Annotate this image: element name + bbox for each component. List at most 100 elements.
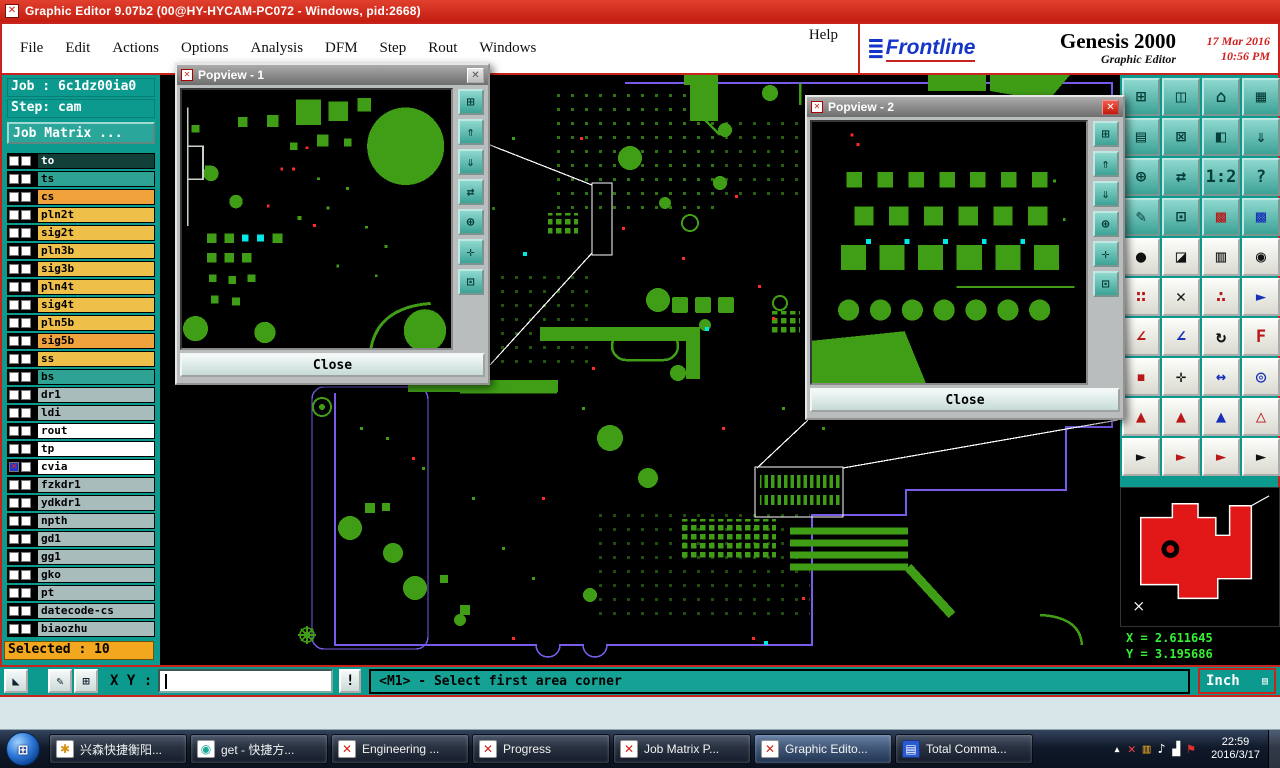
pv1-detach-button[interactable]: ⊞ (457, 89, 484, 115)
menu-actions[interactable]: Actions (102, 37, 169, 60)
pv1-move-button[interactable]: ⊡ (457, 269, 484, 295)
taskbar-item[interactable]: ✕ Graphic Edito... (754, 734, 892, 764)
split-view-button[interactable]: ◧ (1202, 118, 1240, 156)
layer-name[interactable]: to (37, 153, 155, 169)
layer-active-checkbox[interactable] (9, 372, 19, 382)
send-down-button[interactable]: ⇓ (1242, 118, 1280, 156)
dot-tool-button[interactable]: ● (1122, 238, 1160, 276)
crosshair-button[interactable]: ✛ (1162, 358, 1200, 396)
job-matrix-button[interactable]: Job Matrix ... (7, 122, 155, 144)
taskbar-item[interactable]: ◉ get - 快捷方... (190, 734, 328, 764)
layer-display-checkbox[interactable] (21, 588, 31, 598)
layer-display-checkbox[interactable] (21, 282, 31, 292)
taskbar-item[interactable]: ✕ Engineering ... (331, 734, 469, 764)
layer-active-checkbox[interactable] (9, 318, 19, 328)
close-icon[interactable]: ✕ (1102, 99, 1119, 115)
layer-display-checkbox[interactable] (21, 300, 31, 310)
layer-display-checkbox[interactable] (21, 444, 31, 454)
angle-blue-button[interactable]: ∠ (1162, 318, 1200, 356)
layer-display-checkbox[interactable] (21, 498, 31, 508)
taskbar-item[interactable]: ✱ 兴森快捷衡阳... (49, 734, 187, 764)
flip-f-button[interactable]: F (1242, 318, 1280, 356)
ruler-button[interactable]: ▥ (1202, 238, 1240, 276)
annotate-button[interactable]: ✎ (1122, 198, 1160, 236)
layer-active-checkbox[interactable] (9, 246, 19, 256)
menu-edit[interactable]: Edit (55, 37, 100, 60)
layer-active-checkbox[interactable] (9, 354, 19, 364)
layer-name[interactable]: sig2t (37, 225, 155, 241)
pad-red-button[interactable]: ▪ (1122, 358, 1160, 396)
target-blue-button[interactable]: ◎ (1242, 358, 1280, 396)
fill-corner-button[interactable]: ◪ (1162, 238, 1200, 276)
layer-name[interactable]: pln3b (37, 243, 155, 259)
layer-active-checkbox[interactable] (9, 336, 19, 346)
tray-flag-icon[interactable]: ⚑ (1187, 743, 1195, 756)
popview-1-close-button[interactable]: Close (180, 353, 485, 377)
layer-name[interactable]: cvia (37, 459, 155, 475)
layer-active-checkbox[interactable] (9, 174, 19, 184)
pv2-move-button[interactable]: ⊡ (1092, 271, 1119, 297)
measure-box-button[interactable]: ⊡ (1162, 198, 1200, 236)
popview-1-canvas[interactable] (180, 88, 453, 350)
menu-help[interactable]: Help (799, 24, 848, 73)
layer-name[interactable]: npth (37, 513, 155, 529)
zoom-target-button[interactable]: ⊕ (1122, 158, 1160, 196)
start-button[interactable]: ⊞ (6, 732, 40, 766)
pv1-scroll-up-button[interactable]: ⇑ (457, 119, 484, 145)
units-dropdown[interactable]: Inch ▤ (1198, 668, 1276, 694)
layer-active-checkbox[interactable] (9, 282, 19, 292)
triangle-a1-button[interactable]: ▲ (1122, 398, 1160, 436)
layer-name[interactable]: biaozhu (37, 621, 155, 637)
triangle-a3-button[interactable]: ▲ (1202, 398, 1240, 436)
pv2-zoom-button[interactable]: ⊕ (1092, 211, 1119, 237)
layer-display-checkbox[interactable] (21, 552, 31, 562)
taskbar-item[interactable]: ✕ Progress (472, 734, 610, 764)
taskbar-item[interactable]: ▤ Total Comma... (895, 734, 1033, 764)
layer-name[interactable]: gg1 (37, 549, 155, 565)
swap-view-button[interactable]: ⇄ (1162, 158, 1200, 196)
rotate-button[interactable]: ↻ (1202, 318, 1240, 356)
menu-step[interactable]: Step (370, 37, 417, 60)
tile-windows-button[interactable]: ▦ (1242, 78, 1280, 116)
popview-2-titlebar[interactable]: ✕ Popview - 2 ✕ (807, 97, 1123, 117)
dual-monitor-button[interactable]: ◫ (1162, 78, 1200, 116)
layer-name[interactable]: ydkdr1 (37, 495, 155, 511)
tray-volume-icon[interactable]: ♪ (1158, 743, 1166, 756)
layer-active-checkbox[interactable] (9, 390, 19, 400)
triangle-a2-button[interactable]: ▲ (1162, 398, 1200, 436)
capture-view-button[interactable]: ⊠ (1162, 118, 1200, 156)
layer-active-checkbox[interactable] (9, 300, 19, 310)
panel-view-button[interactable]: ▤ (1122, 118, 1160, 156)
copy-view-button[interactable]: ⊞ (1122, 78, 1160, 116)
coordinate-input[interactable] (160, 672, 332, 693)
layer-active-checkbox[interactable] (9, 462, 19, 472)
alert-button[interactable]: ! (339, 669, 362, 693)
layer-display-checkbox[interactable] (21, 354, 31, 364)
stretch-button[interactable]: ↔ (1202, 358, 1240, 396)
window-titlebar[interactable]: ✕ Graphic Editor 9.07b2 (00@HY-HYCAM-PC0… (0, 0, 1280, 22)
layer-display-checkbox[interactable] (21, 606, 31, 616)
layer-name[interactable]: datecode-cs (37, 603, 155, 619)
pv2-scroll-down-button[interactable]: ⇓ (1092, 181, 1119, 207)
layer-display-checkbox[interactable] (21, 228, 31, 238)
cluster-tool-button[interactable]: ∷ (1122, 278, 1160, 316)
menu-dfm[interactable]: DFM (315, 37, 368, 60)
close-icon[interactable]: ✕ (467, 67, 484, 83)
layer-display-checkbox[interactable] (21, 516, 31, 526)
pv2-center-button[interactable]: ✛ (1092, 241, 1119, 267)
circle-select-button[interactable]: ◉ (1242, 238, 1280, 276)
cursor-black-button[interactable]: ► (1122, 438, 1160, 476)
tray-genesis-icon[interactable]: ✕ (1128, 743, 1136, 756)
layer-name[interactable]: bs (37, 369, 155, 385)
layer-display-checkbox[interactable] (21, 336, 31, 346)
cursor-curve-button[interactable]: ► (1202, 438, 1240, 476)
layer-name[interactable]: sig3b (37, 261, 155, 277)
scale-1-2-button[interactable]: 1:2 (1202, 158, 1240, 196)
layer-active-checkbox[interactable] (9, 480, 19, 490)
layer-display-checkbox[interactable] (21, 462, 31, 472)
layer-active-checkbox[interactable] (9, 570, 19, 580)
layer-active-checkbox[interactable] (9, 156, 19, 166)
home-view-button[interactable]: ⌂ (1202, 78, 1240, 116)
taskbar-clock[interactable]: 22:59 2016/3/17 (1203, 736, 1268, 762)
layer-name[interactable]: pln4t (37, 279, 155, 295)
